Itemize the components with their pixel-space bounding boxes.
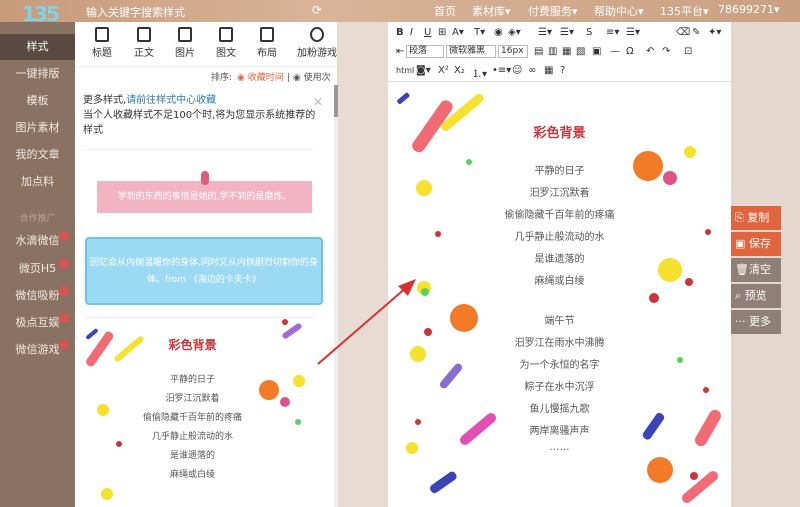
arrow-annotation [317,279,416,365]
